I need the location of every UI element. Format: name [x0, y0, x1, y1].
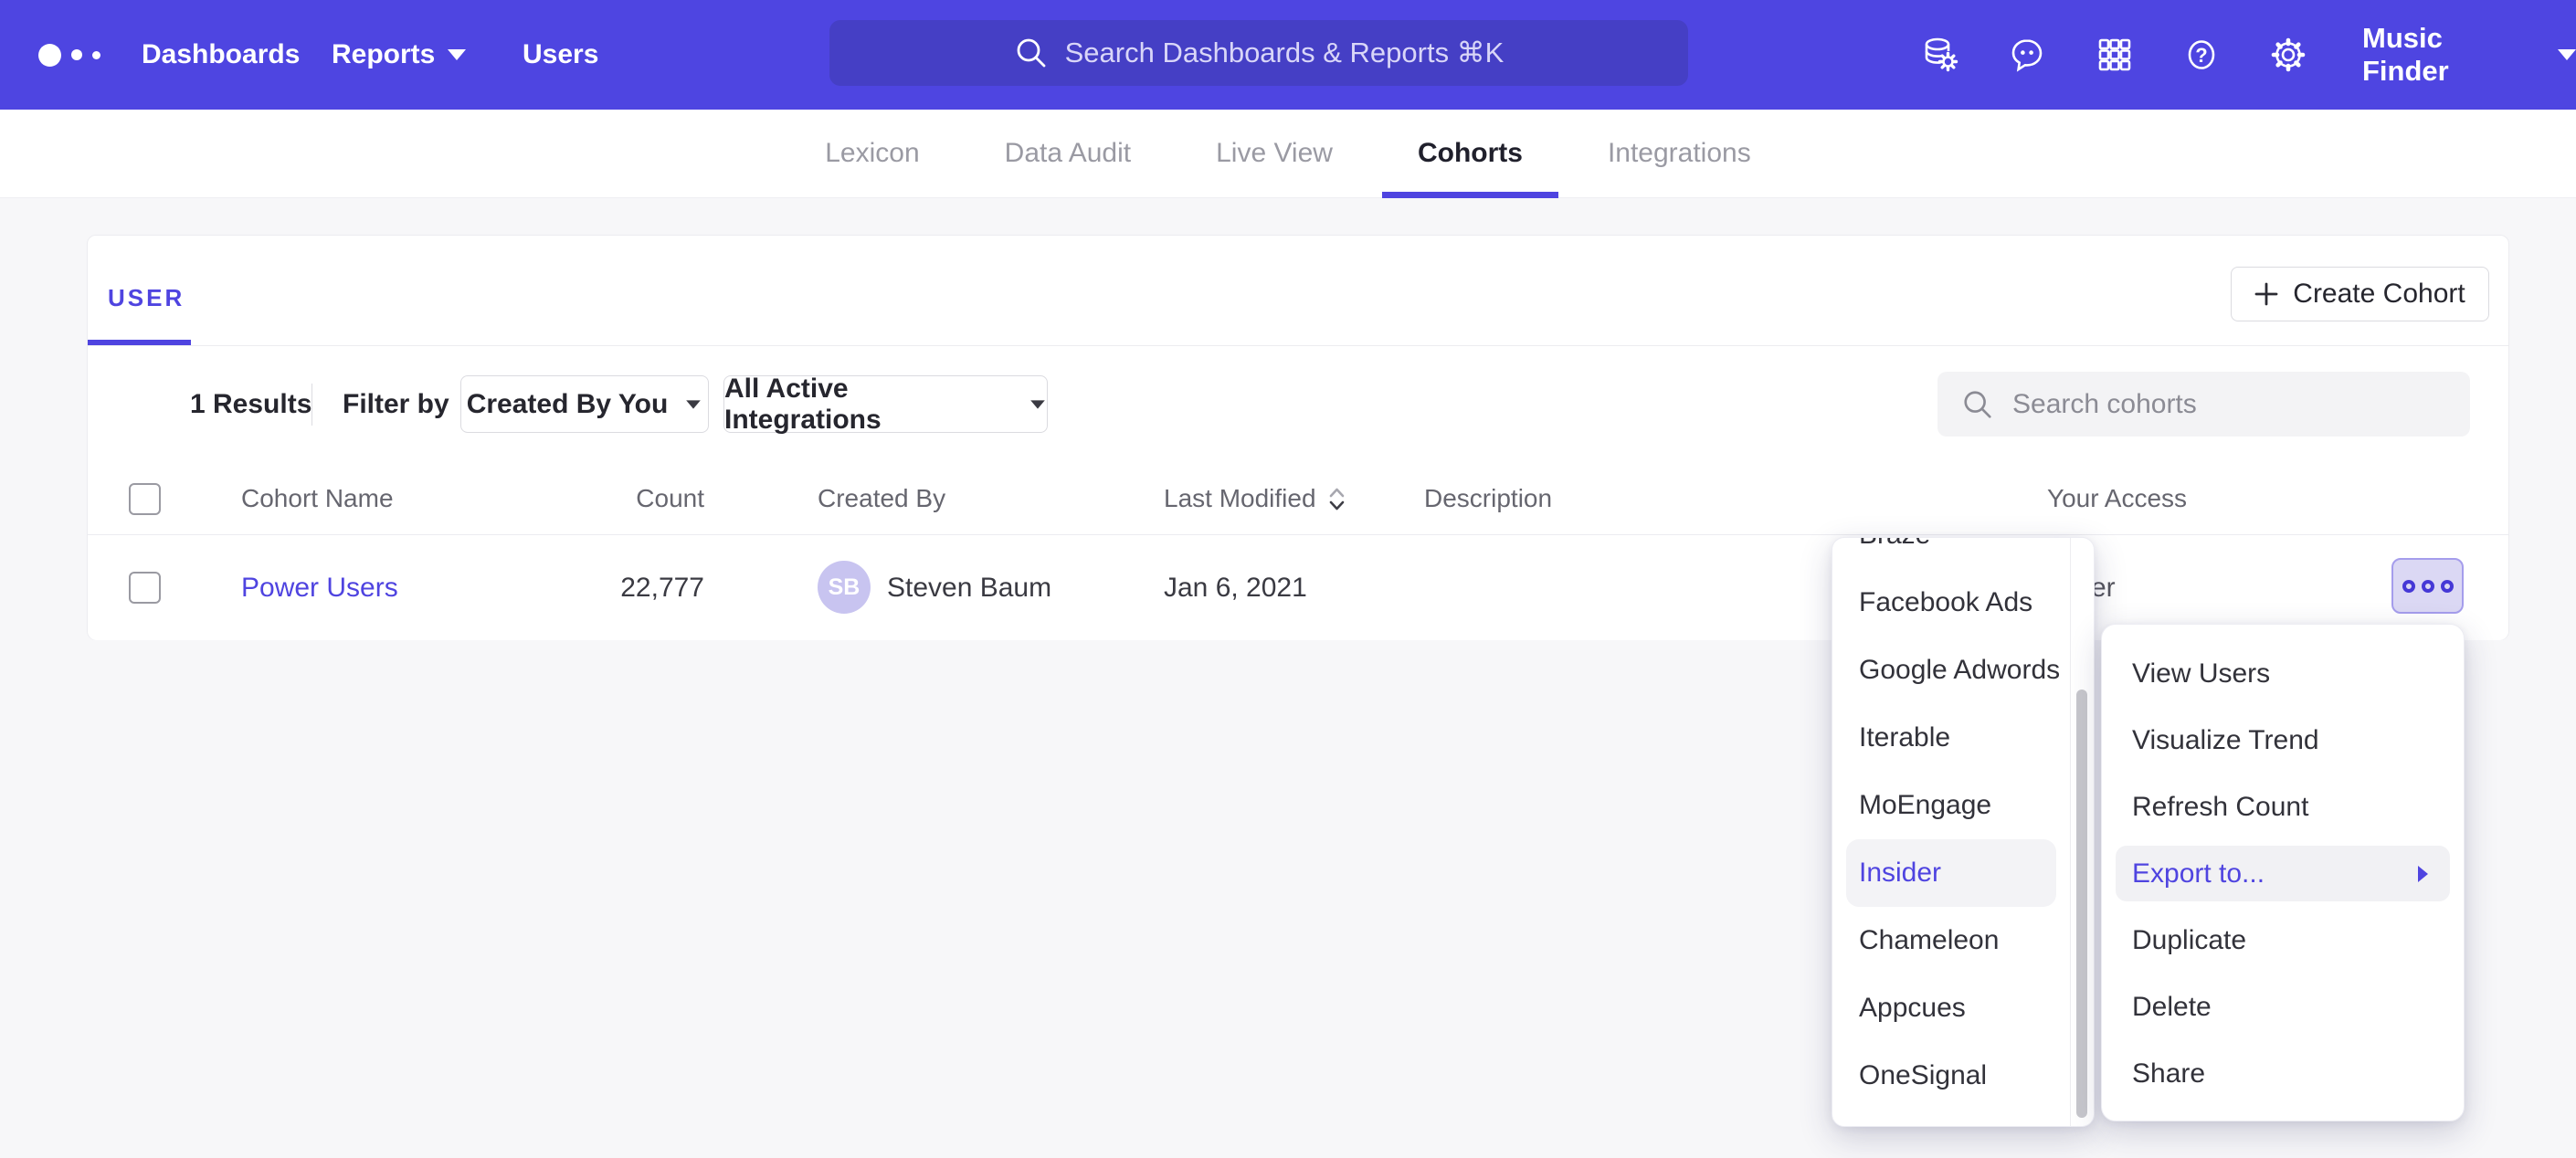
created-by-name: Steven Baum — [887, 535, 1051, 640]
menu-item-duplicate[interactable]: Duplicate — [2102, 907, 2464, 974]
section-tabbar: Lexicon Data Audit Live View Cohorts Int… — [0, 110, 2576, 198]
col-cohort-name: Cohort Name — [241, 462, 394, 535]
col-description: Description — [1424, 462, 1552, 535]
row-checkbox[interactable] — [129, 572, 161, 604]
avatar: SB — [818, 561, 871, 614]
global-search-placeholder: Search Dashboards & Reports ⌘K — [1065, 37, 1504, 69]
tab-lexicon[interactable]: Lexicon — [825, 110, 919, 198]
table-header: Cohort Name Count Created By Last Modifi… — [88, 462, 2508, 535]
data-management-button[interactable] — [1919, 34, 1961, 76]
tab-integrations[interactable]: Integrations — [1608, 110, 1751, 198]
submenu-item-insider[interactable]: Insider — [1846, 839, 2056, 907]
global-search-bar[interactable]: Search Dashboards & Reports ⌘K — [829, 20, 1688, 86]
tab-cohorts[interactable]: Cohorts — [1418, 110, 1523, 198]
search-icon — [1961, 388, 1994, 421]
grid-icon — [2094, 34, 2136, 76]
menu-item-refresh-count[interactable]: Refresh Count — [2102, 774, 2464, 840]
plus-icon — [2254, 282, 2278, 306]
filter-divider — [311, 384, 312, 426]
cohort-search-input[interactable] — [2012, 389, 2446, 420]
tab-user-cohorts[interactable]: USER — [108, 284, 185, 312]
submenu-item-facebook-ads[interactable]: Facebook Ads — [1832, 569, 2070, 637]
submenu-item-iterable[interactable]: Iterable — [1832, 704, 2070, 772]
chat-bubble-icon — [2006, 34, 2048, 76]
chevron-down-icon — [2558, 49, 2576, 60]
create-cohort-button[interactable]: Create Cohort — [2231, 267, 2489, 321]
created-by-filter-dropdown[interactable]: Created By You — [460, 375, 709, 433]
logo-dot-large — [38, 44, 61, 67]
select-all-checkbox[interactable] — [129, 483, 161, 515]
logo-dot-medium — [71, 49, 82, 60]
submenu-item-chameleon[interactable]: Chameleon — [1832, 907, 2070, 974]
col-last-modified[interactable]: Last Modified — [1164, 462, 1345, 535]
database-gear-icon — [1919, 34, 1961, 76]
tab-data-audit[interactable]: Data Audit — [1005, 110, 1131, 198]
card-header-divider — [88, 345, 2508, 346]
top-nav: Dashboards Reports Users Search Dashboar… — [0, 0, 2576, 110]
row-context-menu: View Users Visualize Trend Refresh Count… — [2101, 624, 2465, 1121]
cohort-name-link[interactable]: Power Users — [241, 535, 398, 640]
menu-item-export-to[interactable]: Export to... — [2116, 846, 2450, 901]
help-button[interactable]: ? — [2180, 34, 2222, 76]
submenu-item-google-adwords[interactable]: Google Adwords — [1832, 637, 2070, 704]
cohort-count: 22,777 — [595, 535, 704, 640]
search-icon — [1014, 36, 1049, 70]
chevron-down-icon — [687, 400, 702, 408]
sort-icon — [1329, 487, 1345, 511]
menu-item-view-users[interactable]: View Users — [2102, 640, 2464, 707]
export-destinations-list: Braze Facebook Ads Google Adwords Iterab… — [1832, 538, 2070, 1126]
nav-item-dashboards[interactable]: Dashboards — [142, 0, 300, 110]
export-destinations-submenu: Braze Facebook Ads Google Adwords Iterab… — [1832, 537, 2095, 1127]
apps-grid-button[interactable] — [2094, 34, 2136, 76]
mixpanel-logo[interactable] — [38, 0, 100, 110]
logo-dot-small — [92, 51, 100, 59]
col-created-by: Created By — [818, 462, 945, 535]
ellipsis-icon — [2402, 580, 2415, 593]
filter-by-label: Filter by — [343, 375, 449, 433]
cohorts-card: USER Create Cohort 1 Results Filter by C… — [87, 235, 2509, 640]
chevron-down-icon — [448, 49, 466, 60]
svg-text:?: ? — [2195, 44, 2207, 67]
submenu-item-moengage[interactable]: MoEngage — [1832, 772, 2070, 839]
row-actions-button[interactable] — [2391, 558, 2464, 614]
project-name: Music Finder — [2362, 22, 2534, 88]
submenu-item-appcues[interactable]: Appcues — [1832, 974, 2070, 1042]
gear-icon — [2267, 34, 2309, 76]
help-icon: ? — [2180, 34, 2222, 76]
last-modified-date: Jan 6, 2021 — [1164, 535, 1307, 640]
nav-item-users[interactable]: Users — [523, 0, 598, 110]
tab-live-view[interactable]: Live View — [1216, 110, 1333, 198]
project-switcher[interactable]: Music Finder — [2362, 0, 2576, 110]
nav-item-reports[interactable]: Reports — [332, 0, 466, 110]
integrations-filter-dropdown[interactable]: All Active Integrations — [723, 375, 1048, 433]
cohort-search-box — [1937, 372, 2470, 437]
col-count: Count — [595, 462, 704, 535]
submenu-arrow-icon — [2416, 864, 2430, 884]
feedback-button[interactable] — [2006, 34, 2048, 76]
scrollbar-gutter — [2070, 538, 2071, 1126]
results-count: 1 Results — [190, 375, 311, 433]
menu-item-share[interactable]: Share — [2102, 1040, 2464, 1107]
menu-item-delete[interactable]: Delete — [2102, 974, 2464, 1040]
settings-button[interactable] — [2267, 34, 2309, 76]
menu-item-visualize-trend[interactable]: Visualize Trend — [2102, 707, 2464, 774]
chevron-down-icon — [1030, 400, 1045, 408]
submenu-scrollbar[interactable] — [2076, 690, 2087, 1118]
submenu-item-onesignal[interactable]: OneSignal — [1832, 1042, 2070, 1110]
submenu-item-braze[interactable]: Braze — [1832, 538, 2070, 569]
col-your-access: Your Access — [2047, 462, 2187, 535]
